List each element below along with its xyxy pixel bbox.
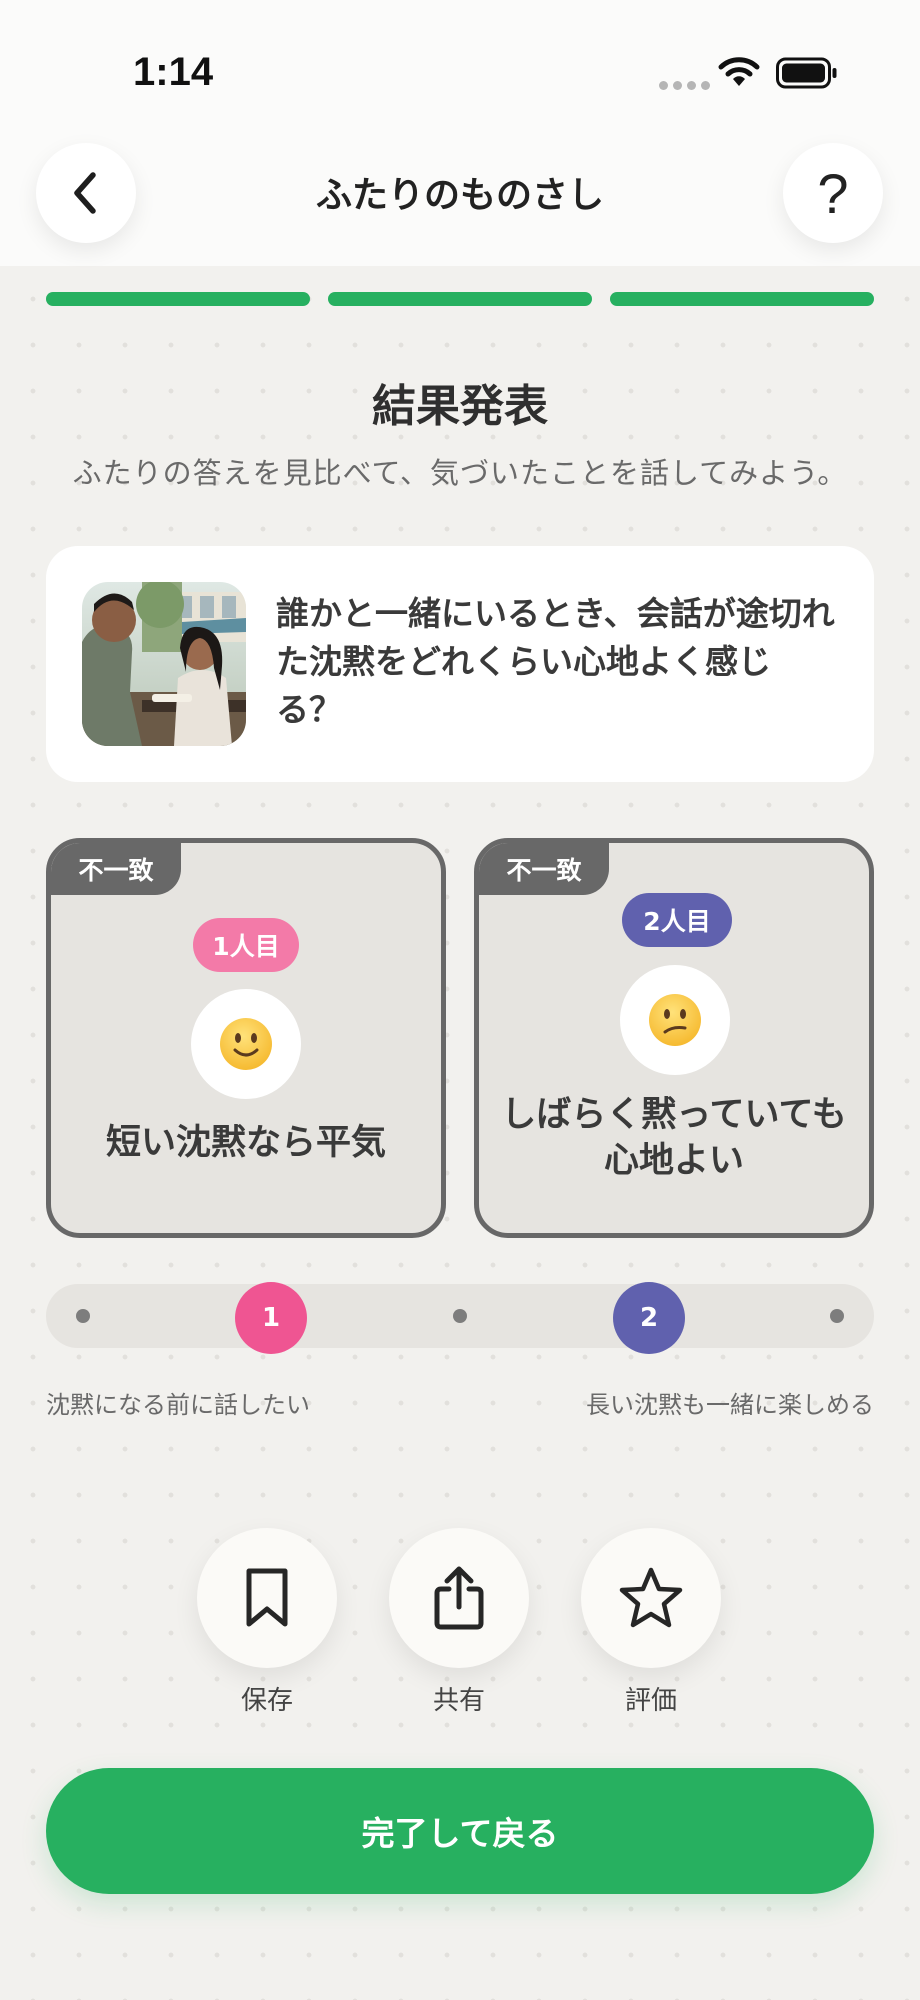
save-button[interactable]	[197, 1528, 337, 1668]
confused-face-icon	[620, 965, 730, 1075]
rate-label: 評価	[624, 1686, 677, 1716]
scale-point	[830, 1309, 844, 1323]
status-time: 1:14	[133, 50, 214, 94]
scale-label-right: 長い沈黙も一緒に楽しめる	[586, 1391, 874, 1419]
answer-card-2: 不一致 2人目 しばらく黙っていても心地よい	[474, 838, 874, 1238]
answer-card-1: 不一致 1人目 短い沈黙なら平気	[46, 838, 446, 1238]
scale-point	[453, 1309, 467, 1323]
progress-step	[328, 292, 592, 306]
scale-marker-person-1: 1	[235, 1282, 307, 1354]
person-badge: 2人目	[622, 893, 732, 947]
slightly-smiling-face-icon	[191, 989, 301, 1099]
chevron-left-icon	[74, 172, 96, 214]
top-area	[0, 0, 920, 266]
scale-label-left: 沈黙になる前に話したい	[46, 1391, 310, 1419]
share-button[interactable]	[389, 1528, 529, 1668]
rate-button[interactable]	[581, 1528, 721, 1668]
question-card: 誰かと一緒にいるとき、会話が途切れた沈黙をどれくらい心地よく感じる？	[46, 546, 874, 782]
battery-icon	[776, 57, 837, 89]
mismatch-tag: 不一致	[479, 843, 609, 895]
done-button[interactable]: 完了して戻る	[46, 1768, 874, 1894]
answer-text: しばらく黙っていても心地よい	[501, 1095, 847, 1181]
result-title: 結果発表	[372, 381, 548, 432]
bookmark-icon	[246, 1568, 288, 1627]
back-button[interactable]	[36, 143, 136, 243]
question-photo	[82, 582, 246, 746]
person-badge: 1人目	[193, 918, 299, 972]
scale-marker-person-2: 2	[613, 1282, 685, 1354]
save-label: 保存	[240, 1686, 293, 1716]
progress-step	[46, 292, 310, 306]
answer-text: 短い沈黙なら平気	[105, 1123, 386, 1163]
wifi-icon	[718, 57, 760, 86]
help-button[interactable]: ?	[783, 143, 883, 243]
share-icon	[434, 1566, 484, 1630]
share-label: 共有	[432, 1686, 485, 1716]
result-subtitle: ふたりの答えを見比べて、気づいたことを話してみよう。	[72, 456, 848, 490]
scale-point	[76, 1309, 90, 1323]
signal-dots-icon	[659, 81, 710, 90]
star-icon	[619, 1567, 683, 1628]
progress-step	[610, 292, 874, 306]
question-text: 誰かと一緒にいるとき、会話が途切れた沈黙をどれくらい心地よく感じる？	[276, 594, 835, 729]
page-title: ふたりのものさし	[315, 175, 604, 216]
progress-bar	[46, 292, 874, 306]
mismatch-tag: 不一致	[51, 843, 181, 895]
answer-scale: 1 2	[46, 1282, 874, 1354]
